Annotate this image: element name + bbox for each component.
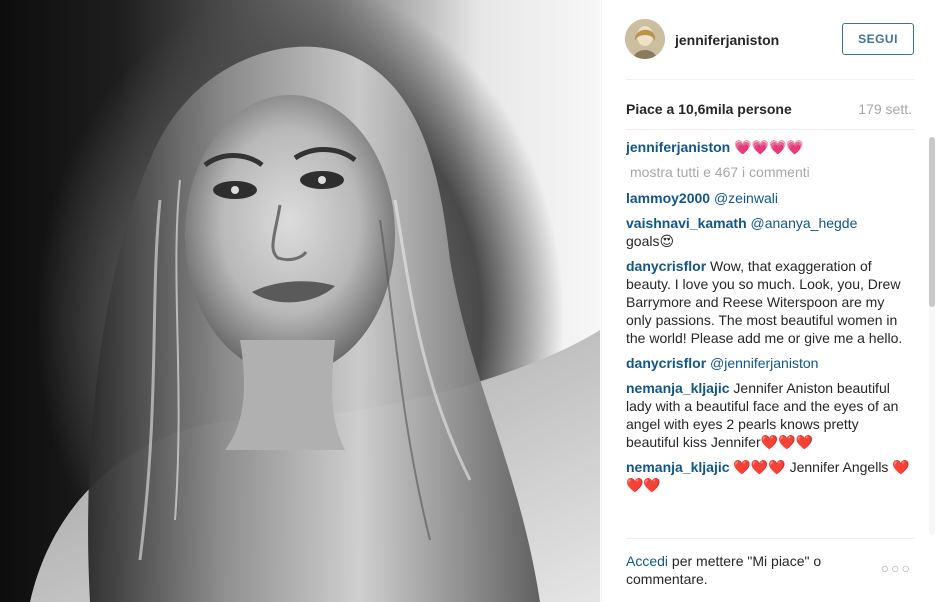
comment-username[interactable]: nemanja_kljajic xyxy=(626,459,730,475)
comment-username[interactable]: danycrisflor xyxy=(626,258,706,274)
comment-item: danycrisflor @jenniferjaniston xyxy=(626,354,912,372)
login-link[interactable]: Accedi xyxy=(626,553,668,569)
post-photo[interactable] xyxy=(0,0,600,602)
caption-username[interactable]: jenniferjaniston xyxy=(626,139,730,155)
post-details-panel: jenniferjaniston SEGUI Piace a 10,6mila … xyxy=(601,0,938,602)
comment-mention[interactable]: @ananya_hegde xyxy=(751,215,858,231)
post-age[interactable]: 179 sett. xyxy=(858,101,912,117)
comment-item: lammoy2000 @zeinwali xyxy=(626,189,912,207)
comment-username[interactable]: nemanja_kljajic xyxy=(626,380,730,396)
portrait-photo xyxy=(30,46,600,602)
post-header: jenniferjaniston SEGUI xyxy=(602,0,938,80)
header-divider xyxy=(626,79,915,80)
comment-username[interactable]: vaishnavi_kamath xyxy=(626,215,747,231)
comment-item: vaishnavi_kamath @ananya_hegde goals😍 xyxy=(626,214,912,250)
caption-text: 💗💗💗💗 xyxy=(734,139,804,155)
caption: jenniferjaniston 💗💗💗💗 xyxy=(626,138,912,156)
likes-count: Piace a 10,6mila persone xyxy=(626,101,792,117)
footer-divider xyxy=(626,538,915,539)
comments-scrollbar[interactable] xyxy=(929,137,935,535)
login-prompt: Accedi per mettere "Mi piace" o commenta… xyxy=(626,552,866,588)
avatar-image-icon xyxy=(625,19,665,59)
post-author-username[interactable]: jenniferjaniston xyxy=(675,32,779,48)
comment-username[interactable]: lammoy2000 xyxy=(626,190,710,206)
follow-button[interactable]: SEGUI xyxy=(842,23,914,55)
comment-item: nemanja_kljajic ❤️❤️❤️ Jennifer Angells … xyxy=(626,458,912,494)
scrollbar-thumb[interactable] xyxy=(929,137,935,307)
comment-item: danycrisflor Wow, that exaggeration of b… xyxy=(626,257,912,347)
comment-item: nemanja_kljajic Jennifer Aniston beautif… xyxy=(626,379,912,451)
view-all-comments-link[interactable]: mostra tutti e 467 i commenti xyxy=(630,163,912,181)
comment-username[interactable]: danycrisflor xyxy=(626,355,706,371)
more-options-icon[interactable]: ○○○ xyxy=(881,560,912,576)
stats-divider xyxy=(626,129,915,130)
comments-list: jenniferjaniston 💗💗💗💗 mostra tutti e 467… xyxy=(626,138,912,534)
avatar[interactable] xyxy=(625,19,665,59)
comment-text: goals😍 xyxy=(626,233,675,249)
comment-mention[interactable]: @jenniferjaniston xyxy=(710,355,818,371)
comment-mention[interactable]: @zeinwali xyxy=(714,190,778,206)
